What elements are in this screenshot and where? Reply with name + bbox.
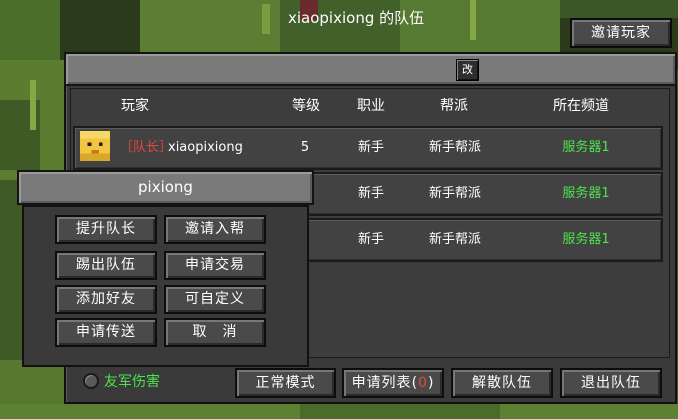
kick-member-button[interactable]: 踢出队伍 [55, 251, 157, 280]
apply-list-button[interactable]: 申请列表(0) [342, 368, 444, 398]
friendly-fire-radio[interactable] [83, 373, 99, 389]
leave-team-button[interactable]: 退出队伍 [560, 368, 662, 398]
customizable-label: 可自定义 [185, 291, 245, 307]
disband-team-label: 解散队伍 [472, 375, 532, 391]
member-channel: 服务器1 [562, 232, 610, 247]
request-trade-button[interactable]: 申请交易 [164, 251, 266, 280]
invite-guild-button[interactable]: 邀请入帮 [164, 215, 266, 244]
apply-list-count: 0 [418, 375, 428, 391]
member-guild: 新手帮派 [428, 186, 481, 201]
add-friend-button[interactable]: 添加好友 [55, 285, 157, 314]
invite-guild-label: 邀请入帮 [185, 221, 245, 237]
request-teleport-label: 申请传送 [76, 324, 136, 340]
member-guild: 新手帮派 [428, 140, 481, 155]
column-header-player: 玩家 [121, 98, 149, 114]
disband-team-button[interactable]: 解散队伍 [451, 368, 553, 398]
column-header-job: 职业 [357, 98, 385, 114]
invite-player-button[interactable]: 邀请玩家 [570, 18, 672, 48]
member-name: xiaopixiong [168, 140, 243, 155]
member-job: 新手 [357, 232, 384, 247]
normal-mode-label: 正常模式 [255, 375, 316, 391]
customizable-button[interactable]: 可自定义 [164, 285, 266, 314]
context-menu-title: pixiong [17, 170, 314, 205]
member-job: 新手 [357, 186, 384, 201]
cancel-label: 取 消 [192, 324, 238, 340]
kick-member-label: 踢出队伍 [76, 257, 136, 273]
invite-player-label: 邀请玩家 [591, 25, 651, 41]
friendly-fire-label[interactable]: 友军伤害 [104, 372, 160, 392]
apply-list-label: 申请列表(0) [344, 370, 442, 396]
team-title: xiaopixiong 的队伍 [288, 9, 425, 27]
member-channel: 服务器1 [562, 140, 610, 155]
column-header-guild: 帮派 [440, 98, 468, 114]
normal-mode-button[interactable]: 正常模式 [235, 368, 336, 398]
promote-leader-button[interactable]: 提升队长 [55, 215, 157, 244]
apply-list-text: 申请列表 [351, 375, 412, 391]
member-guild: 新手帮派 [428, 232, 481, 247]
apply-list-paren: ) [427, 375, 435, 391]
rename-team-button[interactable]: 改 [456, 59, 479, 81]
column-header-channel: 所在频道 [553, 98, 609, 114]
team-title-bar [64, 52, 677, 86]
leader-tag: ［队长］ [120, 140, 173, 155]
member-level: 5 [300, 140, 310, 155]
player-head-icon [80, 131, 110, 161]
request-trade-label: 申请交易 [185, 257, 245, 273]
promote-leader-label: 提升队长 [76, 221, 136, 237]
column-header-level: 等级 [292, 98, 320, 114]
cancel-button[interactable]: 取 消 [164, 318, 266, 347]
add-friend-label: 添加好友 [76, 291, 136, 307]
member-job: 新手 [357, 140, 384, 155]
request-teleport-button[interactable]: 申请传送 [55, 318, 157, 347]
member-channel: 服务器1 [562, 186, 610, 201]
leave-team-label: 退出队伍 [581, 375, 641, 391]
